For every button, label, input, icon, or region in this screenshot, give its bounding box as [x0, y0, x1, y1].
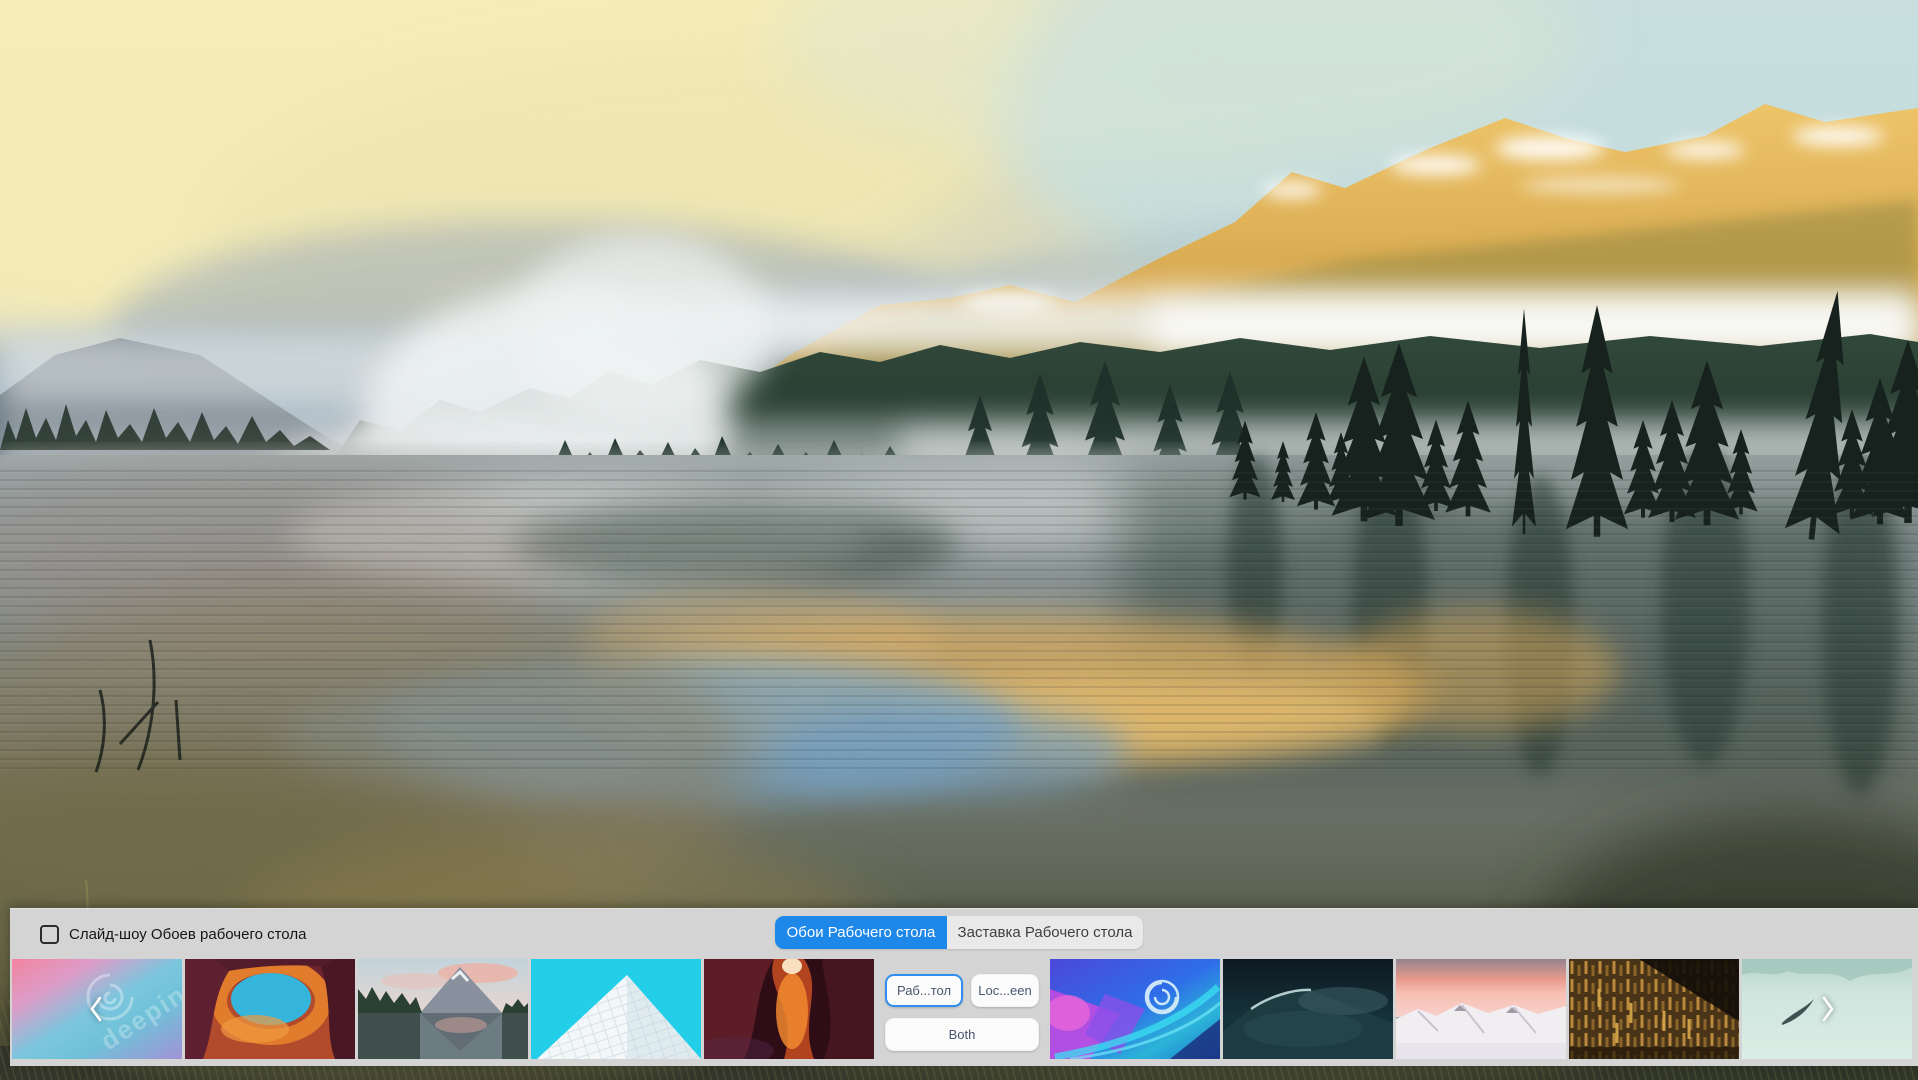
- wallpaper-thumbnail-autumn-larch-forest[interactable]: [1569, 959, 1739, 1059]
- wallpaper-apply-options: Раб...тол Loc...een Both: [877, 959, 1047, 1059]
- tab-desktop-wallpaper[interactable]: Обои Рабочего стола: [775, 916, 947, 949]
- slideshow-toggle-row: Слайд-шоу Обоев рабочего стола: [40, 924, 307, 944]
- wallpaper-thumbnail-snowy-ridge-sunset[interactable]: [1396, 959, 1566, 1059]
- apply-both-button[interactable]: Both: [885, 1018, 1039, 1051]
- wallpaper-thumbnail-dark-misty-peak[interactable]: [1223, 959, 1393, 1059]
- scroll-left-button[interactable]: [12, 959, 182, 1059]
- desktop: Слайд-шоу Обоев рабочего стола Обои Рабо…: [0, 0, 1918, 1080]
- mode-tabs: Обои Рабочего стола Заставка Рабочего ст…: [775, 916, 1143, 949]
- wallpaper-thumbnail-slot-canyon[interactable]: [704, 959, 874, 1059]
- scroll-right-button[interactable]: [1742, 959, 1912, 1059]
- wallpaper-thumbnail-canyon-arch[interactable]: [185, 959, 355, 1059]
- wallpaper-thumbnail-strip: deepin Раб...тол Loc...een Both: [12, 959, 1912, 1059]
- chevron-right-icon: [1822, 996, 1834, 1022]
- apply-lockscreen-button[interactable]: Loc...een: [971, 974, 1039, 1007]
- tab-screensaver[interactable]: Заставка Рабочего стола: [947, 916, 1143, 949]
- slideshow-checkbox[interactable]: [40, 924, 59, 944]
- wallpaper-thumbnail-deepin-gradient[interactable]: deepin: [12, 959, 182, 1059]
- wallpaper-thumbnail-deepin-blue-swirl[interactable]: [1050, 959, 1220, 1059]
- wallpaper-settings-panel: Слайд-шоу Обоев рабочего стола Обои Рабо…: [10, 908, 1918, 1066]
- wallpaper-thumbnail-white-pyramid[interactable]: [531, 959, 701, 1059]
- wallpaper-thumbnail-pale-mist-bird[interactable]: [1742, 959, 1912, 1059]
- apply-desktop-button[interactable]: Раб...тол: [885, 974, 963, 1007]
- wallpaper-thumbnail-mountain-lake[interactable]: [358, 959, 528, 1059]
- slideshow-checkbox-label: Слайд-шоу Обоев рабочего стола: [69, 925, 307, 943]
- chevron-left-icon: [90, 996, 102, 1022]
